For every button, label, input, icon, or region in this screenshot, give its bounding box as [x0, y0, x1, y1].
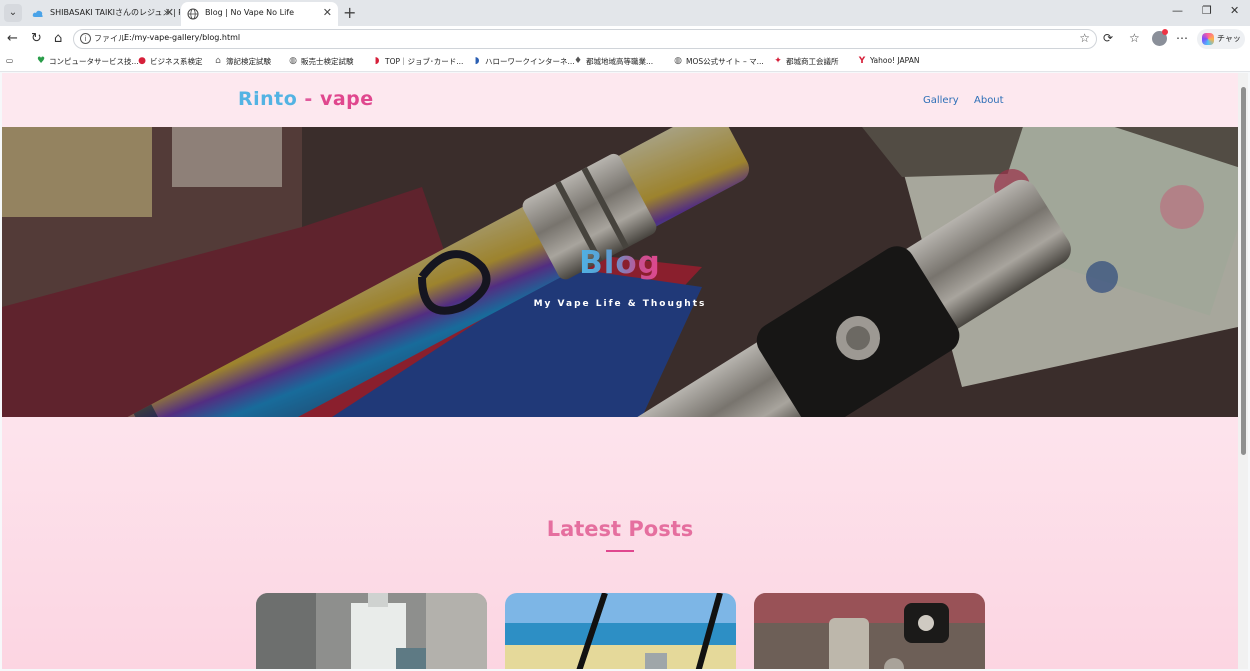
bookmark-item[interactable]: ◍ MOS公式サイト – マ...	[673, 56, 764, 67]
page-scrollbar[interactable]	[1238, 73, 1248, 669]
favorites-icon[interactable]: ☆	[1129, 31, 1140, 45]
info-icon[interactable]: i	[80, 33, 91, 44]
close-icon[interactable]: ✕	[323, 2, 332, 24]
hero-subtitle: My Vape Life & Thoughts	[533, 299, 707, 309]
bookmarks-bar: ▭ ♥ コンピュータサービス技... ● ビジネス系検定 ⌂ 簿記検定試験 ◍ 販売士検…	[0, 52, 1250, 72]
more-menu-icon[interactable]: ⋯	[1176, 31, 1188, 45]
chat-button[interactable]: チャット	[1197, 29, 1245, 63]
nav-about-link[interactable]: About	[974, 95, 1004, 106]
tab-resume[interactable]: SHIBASAKI TAIKIさんのレジュメ | RESU ✕	[26, 2, 180, 26]
bookmark-item[interactable]: ♥ コンピュータサービス技...	[36, 56, 139, 67]
home-icon[interactable]: ⌂	[54, 31, 62, 46]
bookmark-folder-icon[interactable]: ▭	[6, 56, 13, 65]
site-header: Rinto - vape Gallery About	[2, 73, 1238, 127]
yahoo-icon: Y	[858, 56, 866, 66]
back-icon[interactable]: ←	[7, 31, 18, 46]
badge-icon: ●	[138, 56, 146, 66]
post-card[interactable]	[754, 593, 985, 669]
url-text[interactable]: E:/my-vape-gallery/blog.html	[124, 33, 240, 42]
site-logo[interactable]: Rinto - vape	[238, 88, 374, 110]
page-viewport: Rinto - vape Gallery About Blog My Vape …	[2, 73, 1248, 669]
globe-icon: ◍	[289, 56, 297, 66]
reload-icon[interactable]: ↻	[31, 31, 42, 46]
hellowork-icon: ◗	[474, 56, 480, 66]
extensions-icon[interactable]: ⟳	[1103, 31, 1113, 45]
restore-icon[interactable]: ❐	[1202, 4, 1212, 17]
bookmark-item[interactable]: ● ビジネス系検定	[137, 56, 202, 67]
hero-banner: Blog My Vape Life & Thoughts	[2, 127, 1238, 417]
address-input[interactable]: i ファイル E:/my-vape-gallery/blog.html ☆	[73, 29, 1097, 49]
tab-blog[interactable]: Blog | No Vape No Life ✕	[181, 2, 338, 26]
scrollbar-thumb[interactable]	[1241, 87, 1246, 455]
browser-tab-strip: ⌄ SHIBASAKI TAIKIさんのレジュメ | RESU ✕ Blog |…	[0, 0, 1250, 26]
section-title: Latest Posts	[546, 517, 694, 541]
hero-title: Blog	[579, 245, 661, 281]
close-icon[interactable]: ✕	[165, 2, 174, 24]
title-underline	[606, 550, 634, 552]
favorite-star-icon[interactable]: ☆	[1079, 31, 1090, 45]
pin-icon: ♦	[573, 56, 583, 66]
nav-gallery-link[interactable]: Gallery	[923, 95, 959, 106]
tab-title: Blog | No Vape No Life	[205, 8, 295, 17]
minimize-icon[interactable]: —	[1172, 4, 1183, 17]
post-thumbnail-parts	[754, 593, 985, 669]
cloud-icon	[32, 7, 44, 19]
jobcard-icon: ◗	[374, 56, 380, 66]
bookmark-item[interactable]: ✦ 都城商工会議所	[773, 56, 838, 67]
notification-dot	[1162, 29, 1168, 35]
new-tab-icon[interactable]: +	[343, 3, 356, 22]
post-thumbnail-beach	[505, 593, 736, 669]
post-thumbnail-bottle	[256, 593, 487, 669]
post-card[interactable]	[256, 593, 487, 669]
scheme-label: ファイル	[94, 34, 126, 43]
globe-icon: ◍	[674, 56, 682, 66]
bookmark-item[interactable]: ◗ ハローワークインターネ...	[472, 56, 575, 67]
bookmark-item[interactable]: Y Yahoo! JAPAN	[857, 56, 920, 66]
bookmark-item[interactable]: ◗ TOP｜ジョブ･カード...	[372, 56, 464, 67]
tab-actions-menu[interactable]: ⌄	[4, 4, 22, 22]
close-window-icon[interactable]: ✕	[1230, 4, 1239, 17]
globe-icon	[187, 7, 199, 20]
bookmark-item[interactable]: ◍ 販売士検定試験	[288, 56, 353, 67]
post-card[interactable]	[505, 593, 736, 669]
bookmark-item[interactable]: ⌂ 簿記検定試験	[213, 56, 271, 67]
address-bar-row: ← ↻ ⌂ i ファイル E:/my-vape-gallery/blog.htm…	[0, 26, 1250, 63]
tab-title: SHIBASAKI TAIKIさんのレジュメ | RESU	[50, 8, 180, 17]
chamber-icon: ✦	[774, 56, 782, 66]
bookmark-item[interactable]: ♦ 都城地域高等職業...	[573, 56, 653, 67]
copilot-icon	[1202, 33, 1214, 45]
building-icon: ⌂	[215, 56, 221, 66]
heart-icon: ♥	[36, 56, 46, 66]
